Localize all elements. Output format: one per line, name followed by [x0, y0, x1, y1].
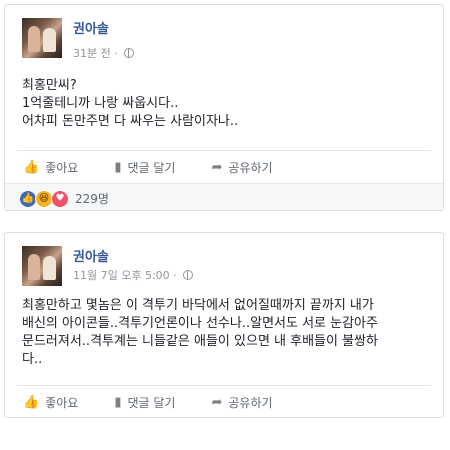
reactions-bar[interactable]: 👍 😆 ♥ 229명 [5, 183, 443, 210]
reaction-count[interactable]: 229명 [75, 190, 109, 207]
share-arrow-icon: ➦ [211, 159, 223, 175]
post-actions: 👍 좋아요 ▮ 댓글 달기 ➦ 공유하기 [17, 150, 431, 183]
globe-icon[interactable] [183, 270, 194, 280]
separator: · [114, 47, 122, 60]
like-button[interactable]: 👍 좋아요 [23, 159, 78, 176]
post-text: 최홍만씨? 1억줄테니까 나랑 싸웁시다.. 어차피 돈만주면 다 싸우는 사람… [22, 77, 238, 131]
comment-label: 댓글 달기 [127, 160, 176, 175]
like-label: 좋아요 [45, 395, 79, 410]
post-header: 권아솔 31분 전 · [5, 5, 443, 61]
thumbs-up-icon: 👍 [23, 394, 40, 410]
avatar-figure [43, 28, 56, 52]
post-text-line: 1억줄테니까 나랑 싸웁시다.. [22, 96, 179, 111]
post-text-line: 최홍만하고 몇놈은 이 격투기 바닥에서 없어질때까지 끝까지 내가 [22, 298, 374, 313]
comment-button[interactable]: ▮ 댓글 달기 [114, 159, 175, 176]
post-text-line: 문드러져서..격투계는 니들같은 애들이 있으면 내 후배들이 불쌍하 [22, 334, 378, 349]
post-meta: 11월 7일 오후 5:00 · [73, 267, 194, 283]
post-timestamp[interactable]: 11월 7일 오후 5:00 [73, 269, 170, 282]
avatar[interactable] [22, 18, 62, 58]
post-text-line: 배신의 아이콘들..격투기언론이나 선수나..알면서도 서로 눈감아주 [22, 316, 378, 331]
share-button[interactable]: ➦ 공유하기 [211, 394, 272, 411]
thumbs-up-icon: 👍 [23, 159, 40, 175]
like-label: 좋아요 [45, 160, 79, 175]
love-reaction-icon: ♥ [51, 189, 69, 208]
post-card-1: 권아솔 31분 전 · 최홍만씨? 1억줄테니까 나랑 싸웁시다.. 어차피 돈… [4, 4, 444, 211]
avatar-figure [28, 26, 40, 52]
avatar-figure [43, 256, 56, 280]
post-text-line: 어차피 돈만주면 다 싸우는 사람이자나.. [22, 114, 239, 129]
author-name[interactable]: 권아솔 [73, 246, 109, 265]
like-button[interactable]: 👍 좋아요 [23, 394, 78, 411]
post-actions: 👍 좋아요 ▮ 댓글 달기 ➦ 공유하기 [17, 385, 431, 417]
comment-label: 댓글 달기 [127, 395, 176, 410]
text-overflow-fade [435, 293, 443, 383]
share-button[interactable]: ➦ 공유하기 [211, 159, 272, 176]
speech-bubble-icon: ▮ [114, 394, 122, 410]
author-name[interactable]: 권아솔 [73, 18, 109, 37]
comment-button[interactable]: ▮ 댓글 달기 [114, 394, 175, 411]
post-card-2: 권아솔 11월 7일 오후 5:00 · 최홍만하고 몇놈은 이 격투기 바닥에… [4, 232, 444, 418]
share-arrow-icon: ➦ [211, 394, 223, 410]
post-header: 권아솔 11월 7일 오후 5:00 · [5, 233, 443, 289]
speech-bubble-icon: ▮ [114, 159, 122, 175]
post-meta: 31분 전 · [73, 45, 135, 61]
separator: · [173, 269, 181, 282]
share-label: 공유하기 [228, 160, 273, 175]
post-text-line: 다.. [22, 352, 43, 367]
share-label: 공유하기 [228, 395, 273, 410]
avatar-figure [28, 254, 40, 280]
avatar[interactable] [22, 246, 62, 286]
globe-icon[interactable] [124, 48, 135, 58]
post-text: 최홍만하고 몇놈은 이 격투기 바닥에서 없어질때까지 끝까지 내가 배신의 아… [22, 297, 378, 369]
post-timestamp[interactable]: 31분 전 [73, 47, 111, 60]
post-text-line: 최홍만씨? [22, 78, 77, 93]
